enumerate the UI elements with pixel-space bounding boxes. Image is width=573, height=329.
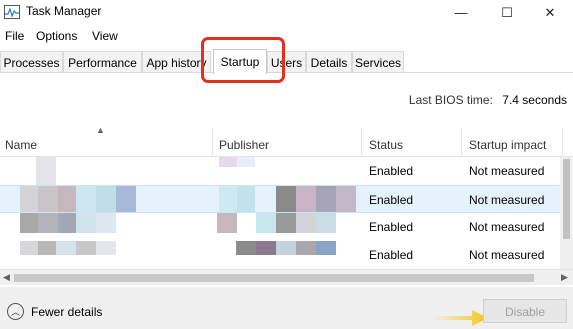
blurred-app-name bbox=[58, 186, 76, 212]
vertical-scrollbar[interactable] bbox=[560, 157, 573, 269]
blurred-publisher bbox=[296, 241, 316, 255]
status-cell: Enabled bbox=[369, 248, 414, 262]
scroll-right-icon[interactable]: ▶ bbox=[561, 272, 568, 283]
blurred-app-icon bbox=[20, 241, 38, 255]
table-row[interactable]: Enabled Not measured bbox=[0, 157, 560, 185]
blurred-publisher bbox=[237, 157, 255, 167]
blurred-publisher bbox=[256, 213, 276, 233]
blurred-publisher bbox=[276, 186, 296, 212]
maximize-button[interactable]: ☐ bbox=[484, 0, 530, 25]
blurred-app-name bbox=[96, 213, 116, 233]
column-startup-impact[interactable]: Startup impact bbox=[469, 128, 546, 157]
blurred-app-name bbox=[76, 213, 96, 233]
horizontal-scrollbar[interactable]: ◀ ▶ bbox=[0, 269, 573, 285]
tab-startup[interactable]: Startup bbox=[213, 49, 267, 74]
tab-services[interactable]: Services bbox=[352, 51, 404, 72]
fewer-details-link[interactable]: Fewer details bbox=[31, 305, 102, 319]
tab-performance[interactable]: Performance bbox=[63, 51, 142, 72]
blurred-publisher bbox=[276, 241, 296, 255]
tab-users[interactable]: Users bbox=[267, 51, 306, 72]
tab-strip: Processes Performance App history Startu… bbox=[0, 49, 573, 74]
menu-options[interactable]: Options bbox=[36, 29, 77, 43]
column-divider[interactable] bbox=[361, 128, 362, 157]
blurred-publisher bbox=[316, 213, 336, 233]
blurred-publisher bbox=[276, 213, 296, 233]
blurred-publisher bbox=[296, 213, 316, 233]
column-divider[interactable] bbox=[461, 128, 462, 157]
impact-cell: Not measured bbox=[469, 220, 545, 234]
minimize-button[interactable]: — bbox=[438, 0, 484, 25]
column-divider[interactable] bbox=[562, 128, 563, 157]
blurred-app-name bbox=[76, 241, 96, 255]
blurred-app-icon bbox=[20, 213, 38, 233]
tab-processes[interactable]: Processes bbox=[0, 51, 63, 72]
task-manager-icon bbox=[4, 5, 20, 19]
blurred-app-name bbox=[96, 241, 116, 255]
chevron-up-icon[interactable]: ︿ bbox=[7, 303, 24, 320]
column-status[interactable]: Status bbox=[369, 128, 403, 157]
blurred-app-name bbox=[116, 186, 136, 212]
blurred-publisher bbox=[316, 241, 336, 255]
vertical-scroll-thumb[interactable] bbox=[563, 159, 570, 239]
blurred-app-icon bbox=[36, 157, 56, 185]
footer-bar: ︿ Fewer details Disable bbox=[0, 287, 573, 329]
blurred-app-name bbox=[56, 241, 76, 255]
impact-cell: Not measured bbox=[469, 248, 545, 262]
blurred-publisher bbox=[256, 241, 276, 255]
blurred-app-icon bbox=[20, 186, 38, 212]
close-button[interactable]: ✕ bbox=[527, 0, 573, 25]
tab-app-history[interactable]: App history bbox=[142, 51, 211, 72]
blurred-app-name bbox=[38, 186, 58, 212]
menu-bar: File Options View bbox=[0, 26, 573, 46]
last-bios-time: Last BIOS time: 7.4 seconds bbox=[409, 93, 567, 107]
annotation-arrow-icon bbox=[432, 310, 488, 326]
blurred-app-name bbox=[96, 186, 116, 212]
blurred-publisher bbox=[219, 186, 237, 212]
status-cell: Enabled bbox=[369, 220, 414, 234]
table-row-selected[interactable]: Enabled Not measured bbox=[0, 185, 560, 213]
blurred-app-name bbox=[38, 241, 56, 255]
status-cell: Enabled bbox=[369, 164, 414, 178]
menu-file[interactable]: File bbox=[5, 29, 24, 43]
bios-label: Last BIOS time: bbox=[408, 93, 493, 107]
tab-details[interactable]: Details bbox=[306, 51, 352, 72]
title-bar: Task Manager — ☐ ✕ bbox=[0, 0, 573, 25]
blurred-app-name bbox=[58, 213, 76, 233]
table-row[interactable]: Enabled Not measured bbox=[0, 213, 560, 241]
horizontal-scroll-thumb[interactable] bbox=[14, 274, 534, 282]
column-divider[interactable] bbox=[212, 128, 213, 157]
blurred-publisher bbox=[296, 186, 316, 212]
blurred-publisher bbox=[236, 241, 256, 255]
blurred-publisher bbox=[316, 186, 336, 212]
blurred-app-name bbox=[76, 186, 96, 212]
menu-view[interactable]: View bbox=[92, 29, 118, 43]
startup-list: Enabled Not measured Enabled Not measure… bbox=[0, 157, 560, 269]
disable-button[interactable]: Disable bbox=[483, 299, 567, 323]
blurred-publisher bbox=[219, 157, 237, 167]
column-name[interactable]: Name bbox=[5, 128, 37, 157]
blurred-app-name bbox=[38, 213, 58, 233]
bios-value: 7.4 seconds bbox=[502, 93, 567, 107]
blurred-publisher bbox=[237, 186, 255, 212]
impact-cell: Not measured bbox=[469, 193, 545, 207]
column-header: Name Publisher Status Startup impact bbox=[0, 128, 573, 157]
blurred-publisher bbox=[336, 186, 356, 212]
impact-cell: Not measured bbox=[469, 164, 545, 178]
table-row[interactable]: Enabled Not measured bbox=[0, 241, 560, 269]
status-cell: Enabled bbox=[369, 193, 414, 207]
window-title: Task Manager bbox=[26, 4, 102, 18]
blurred-publisher bbox=[217, 213, 237, 233]
column-publisher[interactable]: Publisher bbox=[219, 128, 269, 157]
scroll-left-icon[interactable]: ◀ bbox=[3, 272, 10, 283]
